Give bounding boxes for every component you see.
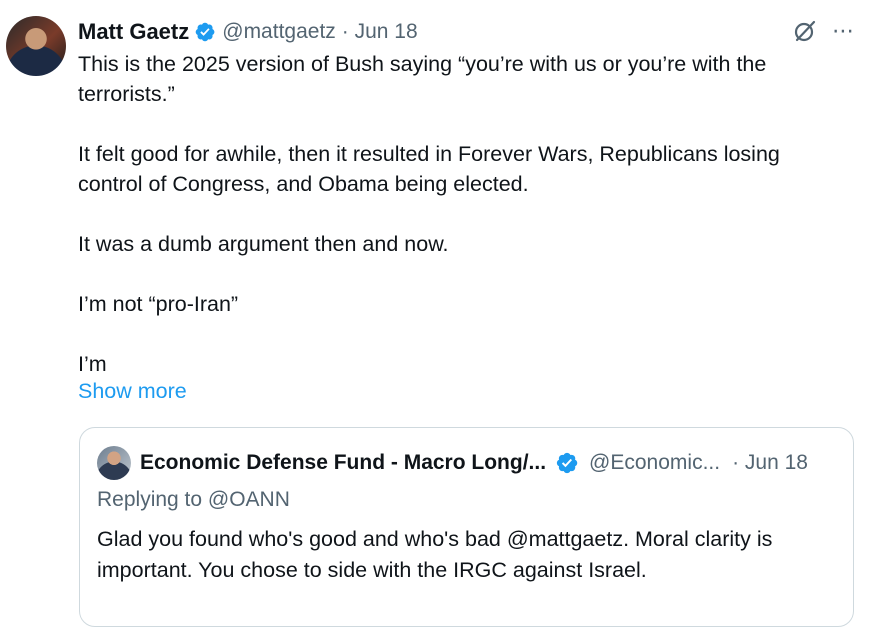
tweet-paragraph: It was a dumb argument then and now. (78, 232, 449, 256)
author-handle[interactable]: @mattgaetz (222, 20, 336, 44)
quoted-tweet-date[interactable]: · Jun 18 (732, 451, 808, 475)
tweet-paragraph: It felt good for awhile, then it resulte… (78, 142, 780, 196)
tweet-date[interactable]: · Jun 18 (342, 20, 418, 44)
quoted-tweet-header: Economic Defense Fund - Macro Long/... @… (140, 448, 840, 478)
tweet-paragraph: I’m (78, 352, 107, 376)
tweet-header: Matt Gaetz @mattgaetz · Jun 18 (78, 17, 418, 47)
tweet-actions-top: ⋯ (792, 18, 855, 44)
tweet-paragraph: I’m not “pro-Iran” (78, 292, 239, 316)
show-more-link[interactable]: Show more (78, 379, 187, 404)
grok-icon[interactable] (792, 18, 818, 44)
tweet-text: This is the 2025 version of Bush saying … (78, 49, 848, 379)
author-name[interactable]: Matt Gaetz (78, 19, 189, 45)
quoted-author-name[interactable]: Economic Defense Fund - Macro Long/... (140, 451, 546, 475)
tweet-paragraph: This is the 2025 version of Bush saying … (78, 52, 767, 106)
verified-badge-icon (556, 452, 578, 474)
quoted-author-handle[interactable]: @Economic... (589, 451, 720, 475)
verified-badge-icon (195, 22, 215, 42)
more-options-icon[interactable]: ⋯ (832, 20, 855, 42)
quoted-tweet-card[interactable]: Economic Defense Fund - Macro Long/... @… (79, 427, 854, 627)
quoted-tweet-text: Glad you found who's good and who's bad … (97, 527, 773, 582)
author-avatar[interactable] (6, 16, 66, 76)
quoted-author-avatar[interactable] (97, 446, 131, 480)
replying-to-label: Replying to @OANN (97, 488, 290, 511)
